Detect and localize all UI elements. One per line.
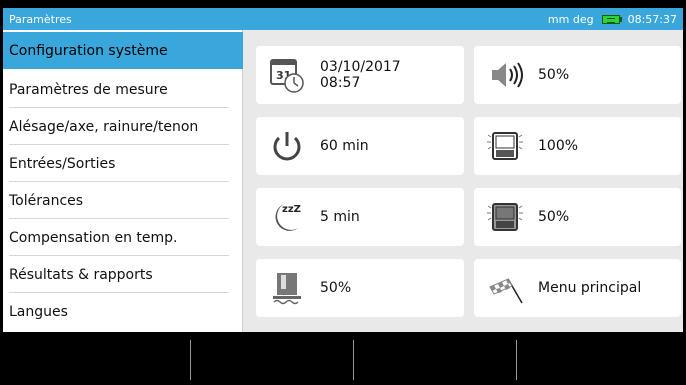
main-area: Configuration système Paramètres de mesu… (3, 30, 683, 332)
svg-text:zzZ: zzZ (282, 204, 301, 215)
speaker-icon (486, 56, 524, 94)
softkey-1[interactable] (0, 332, 190, 385)
main-menu-tile[interactable]: Menu principal (474, 259, 681, 317)
sidebar-item-label: Résultats & rapports (9, 266, 153, 283)
page-title: Paramètres (9, 12, 72, 26)
sidebar-item-label: Compensation en temp. (9, 229, 178, 246)
sidebar-item-label: Tolérances (9, 192, 84, 209)
datetime-tile[interactable]: 31 03/10/2017 08:57 (256, 46, 464, 104)
sidebar-item-label: Entrées/Sorties (9, 155, 116, 172)
sidebar-item-tolerances[interactable]: Tolérances (3, 182, 243, 219)
display-brightness-icon (486, 127, 524, 165)
softkey-3[interactable] (354, 332, 516, 385)
sidebar-item-compensation[interactable]: Compensation en temp. (3, 219, 243, 256)
sleep-timeout-value: 5 min (320, 209, 360, 225)
datetime-value: 03/10/2017 08:57 (320, 59, 401, 91)
display-dim-tile[interactable]: 50% (474, 188, 681, 246)
sidebar-item-alesage-axe[interactable]: Alésage/axe, rainure/tenon (3, 108, 243, 145)
softkey-4[interactable] (517, 332, 686, 385)
sidebar-item-langues[interactable]: Langues (3, 293, 243, 330)
volume-tile[interactable]: 50% (474, 46, 681, 104)
sensor-tile[interactable]: 50% (256, 259, 464, 317)
sensor-icon (268, 269, 306, 307)
sidebar: Configuration système Paramètres de mesu… (3, 30, 243, 332)
volume-value: 50% (538, 67, 570, 83)
display-brightness-tile[interactable]: 100% (474, 117, 681, 175)
clock: 08:57:37 (627, 12, 677, 26)
sidebar-item-configuration-systeme[interactable]: Configuration système (3, 32, 243, 69)
display-dim-value: 50% (538, 209, 570, 225)
sidebar-item-label: Configuration système (9, 42, 168, 59)
power-timeout-tile[interactable]: 60 min (256, 117, 464, 175)
sidebar-item-label: Langues (9, 303, 68, 320)
calendar-clock-icon: 31 (268, 56, 306, 94)
battery-icon (601, 14, 622, 24)
time-value: 08:57 (320, 75, 361, 91)
sidebar-item-parametres-de-mesure[interactable]: Paramètres de mesure (3, 71, 243, 108)
display-dim-icon (486, 198, 524, 236)
main-menu-label: Menu principal (538, 280, 642, 296)
sidebar-item-entrees-sorties[interactable]: Entrées/Sorties (3, 145, 243, 182)
device-screen: Paramètres mm deg 08:57:37 Configuration… (0, 0, 686, 385)
softkey-2[interactable] (191, 332, 353, 385)
sidebar-item-resultats-rapports[interactable]: Résultats & rapports (3, 256, 243, 293)
date-value: 03/10/2017 (320, 59, 401, 75)
sidebar-item-label: Alésage/axe, rainure/tenon (9, 118, 199, 135)
sidebar-item-label: Paramètres de mesure (9, 81, 168, 98)
sensor-value: 50% (320, 280, 352, 296)
softkey-bar (0, 332, 686, 385)
sleep-timeout-tile[interactable]: zzZ 5 min (256, 188, 464, 246)
power-timeout-value: 60 min (320, 138, 369, 154)
display-brightness-value: 100% (538, 138, 579, 154)
sleep-moon-icon: zzZ (268, 198, 306, 236)
units-indicator: mm deg (547, 12, 594, 26)
checkered-flag-icon (486, 269, 524, 307)
power-icon (268, 127, 306, 165)
title-bar: Paramètres mm deg 08:57:37 (3, 8, 683, 30)
